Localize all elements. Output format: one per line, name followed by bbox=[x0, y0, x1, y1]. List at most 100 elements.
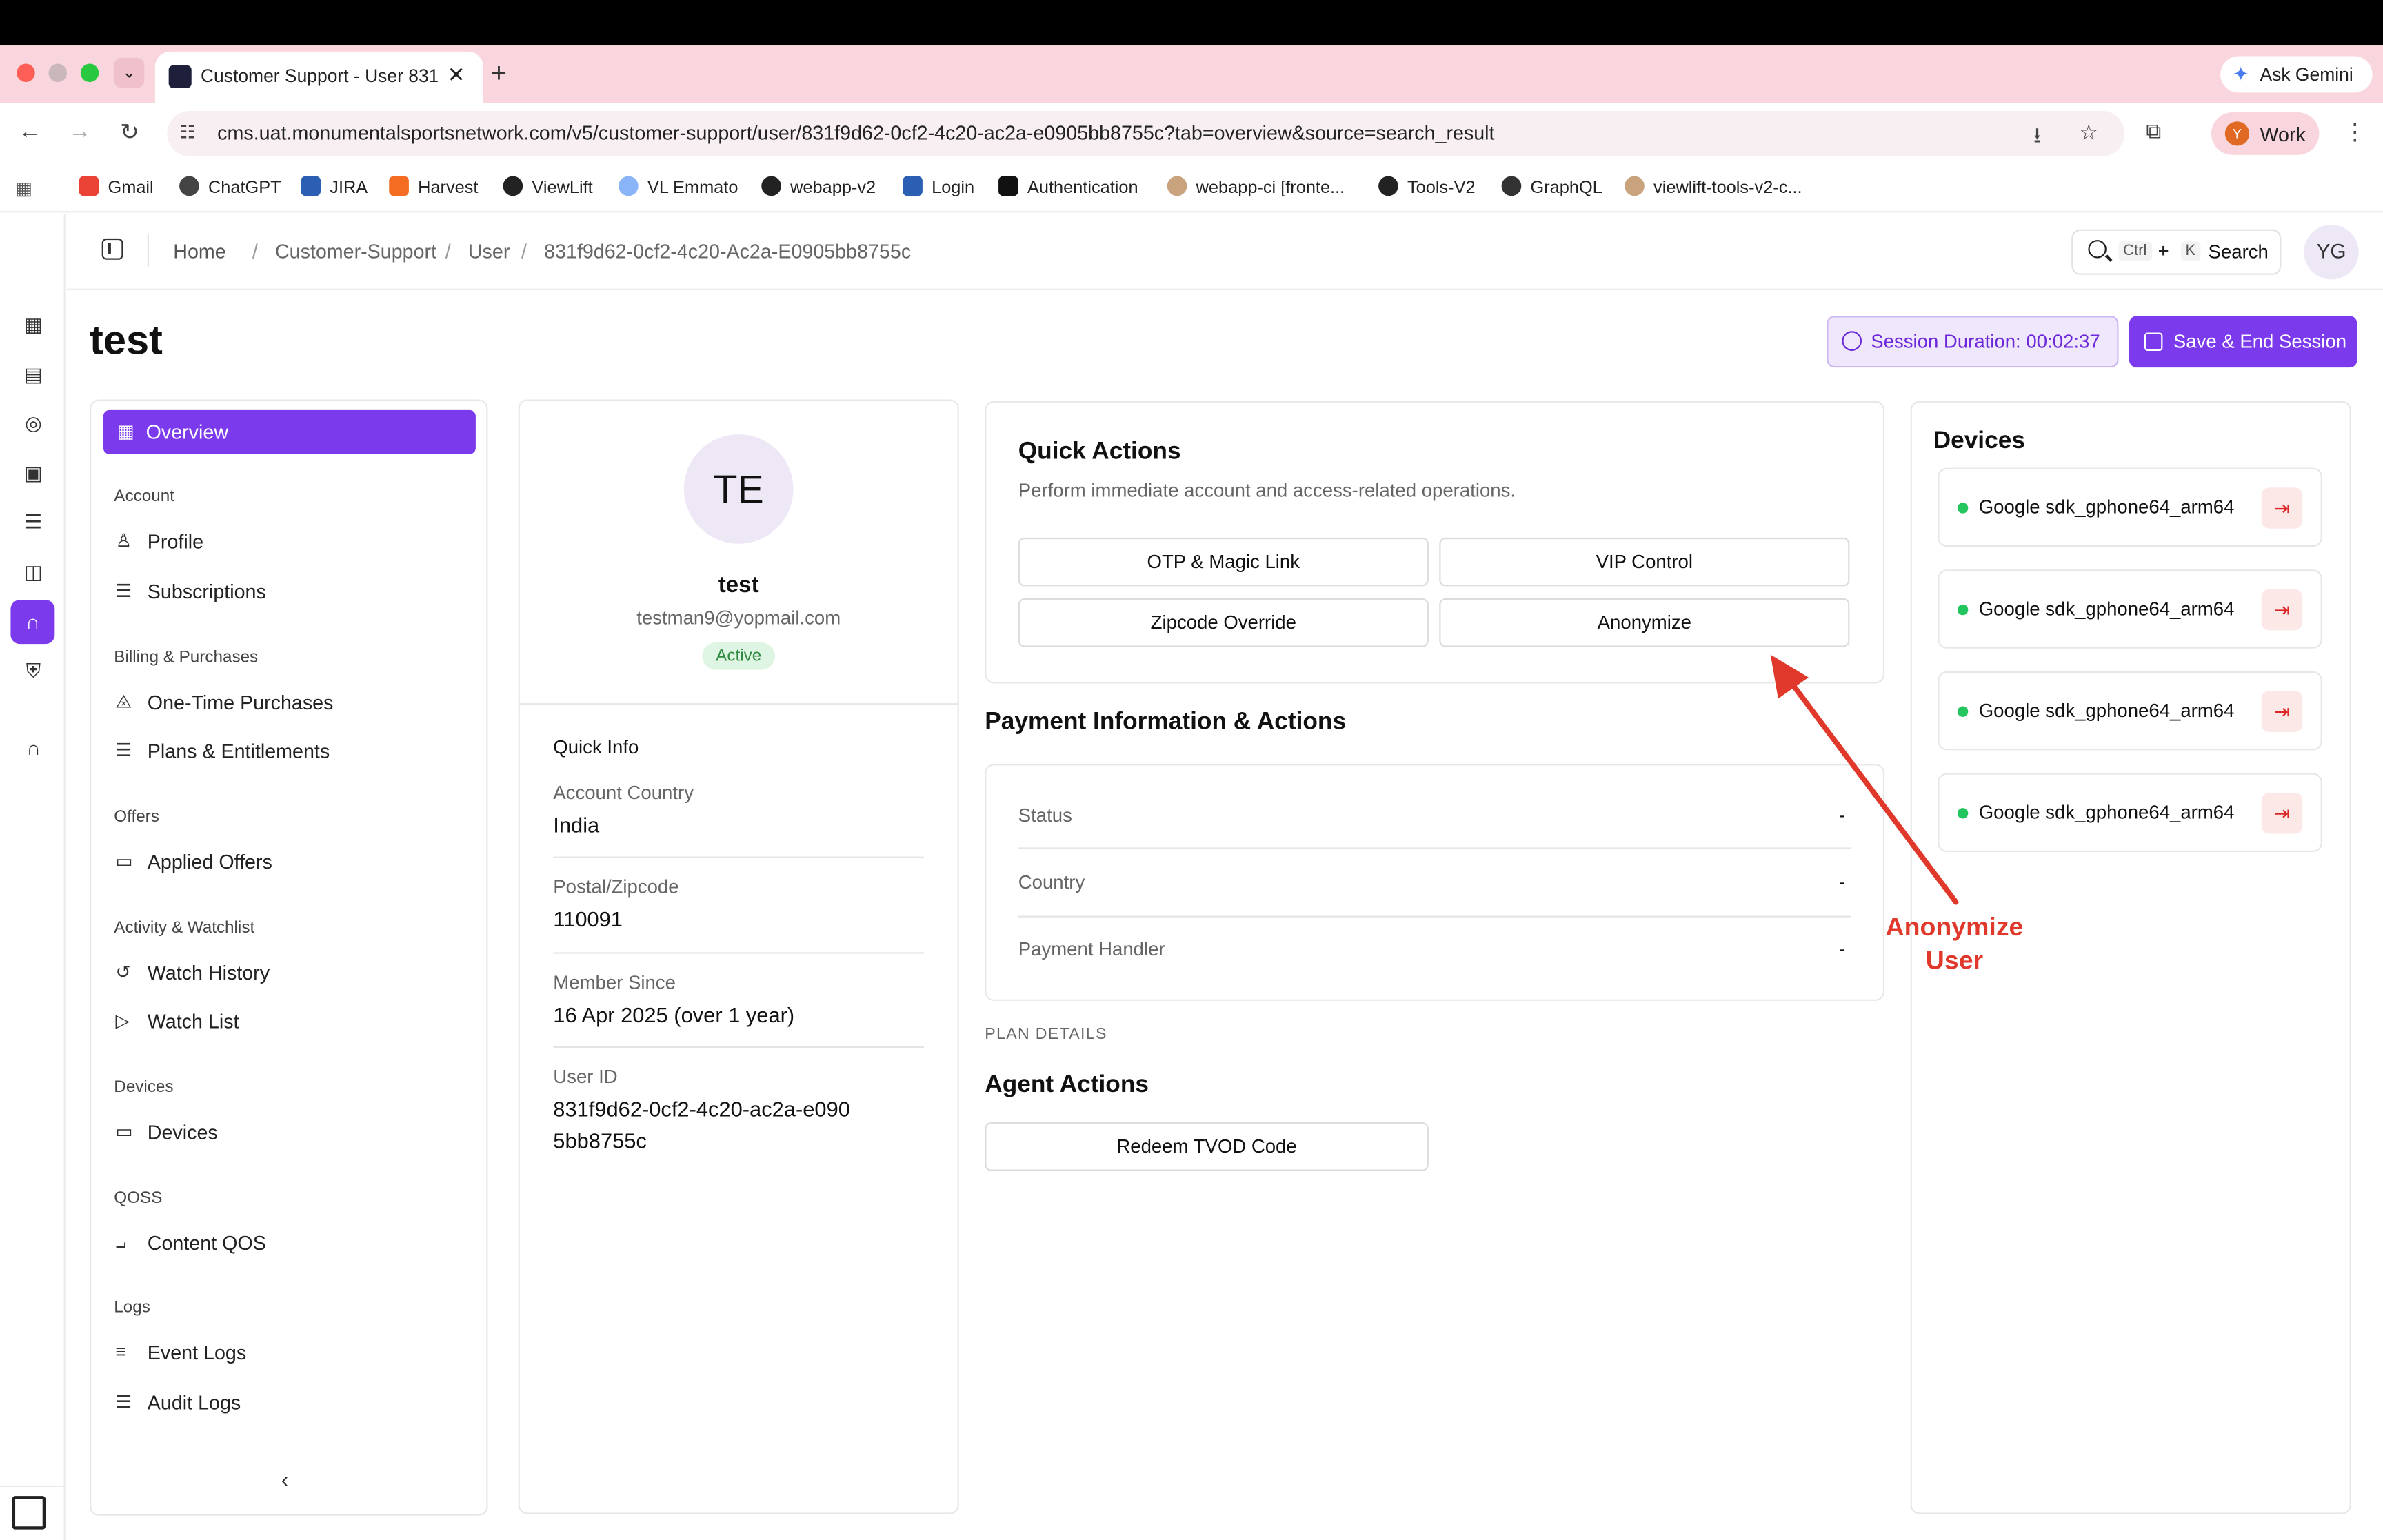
headphones-icon[interactable]: ∩ bbox=[18, 733, 48, 764]
back-arrow-icon[interactable]: ← bbox=[18, 119, 41, 144]
window-maximize-button[interactable] bbox=[80, 63, 99, 82]
nav-item-one-time-purchases[interactable]: ⨻ One-Time Purchases bbox=[116, 691, 334, 713]
window-close-button[interactable] bbox=[17, 63, 35, 82]
bookmark-item[interactable]: webapp-v2 bbox=[761, 176, 876, 197]
ask-gemini-button[interactable]: ✦ Ask Gemini bbox=[2220, 56, 2373, 93]
breadcrumb-user[interactable]: User bbox=[468, 240, 510, 263]
site-settings-icon[interactable]: ☷ bbox=[179, 121, 196, 143]
ask-gemini-label: Ask Gemini bbox=[2260, 63, 2353, 85]
user-profile-name: test bbox=[718, 572, 759, 599]
user-icon: ♙ bbox=[115, 529, 132, 551]
shortcut-plus: + bbox=[2158, 240, 2169, 261]
bookmark-item[interactable]: GraphQL bbox=[1501, 176, 1602, 197]
logout-icon[interactable]: ⇥ bbox=[2261, 793, 2303, 834]
bookmark-item[interactable]: Gmail bbox=[79, 176, 154, 197]
nav-item-watch-history[interactable]: ↺ Watch History bbox=[116, 962, 270, 984]
nav-item-profile[interactable]: ♙ Profile bbox=[116, 530, 204, 553]
payment-info-card bbox=[985, 764, 1885, 1001]
window-minimize-button[interactable] bbox=[48, 63, 67, 82]
quick-info-divider bbox=[553, 952, 925, 954]
browser-profile-avatar: Y bbox=[2224, 121, 2250, 146]
search-label: Search bbox=[2208, 241, 2269, 263]
bookmark-item[interactable]: JIRA bbox=[301, 176, 368, 197]
nav-item-devices[interactable]: ▭ Devices bbox=[116, 1121, 218, 1144]
sliders-icon[interactable]: ☰ bbox=[18, 507, 48, 538]
quick-info-value: 110091 bbox=[553, 906, 623, 931]
bookmark-item[interactable]: viewlift-tools-v2-c... bbox=[1625, 176, 1802, 197]
nav-item-subscriptions[interactable]: ☰ Subscriptions bbox=[116, 580, 266, 603]
app-logo[interactable] bbox=[0, 226, 58, 275]
layout-icon[interactable]: ◫ bbox=[18, 558, 48, 588]
bookmark-item[interactable]: Tools-V2 bbox=[1378, 176, 1476, 197]
nav-item-plans-entitlements[interactable]: ☰ Plans & Entitlements bbox=[116, 740, 330, 762]
quick-info-label: User ID bbox=[553, 1066, 618, 1088]
play-circle-icon: ▷ bbox=[115, 1010, 130, 1031]
browser-menu-icon[interactable]: ⋮ bbox=[2344, 119, 2366, 145]
zipcode-override-button[interactable]: Zipcode Override bbox=[1018, 598, 1429, 647]
vip-control-button[interactable]: VIP Control bbox=[1439, 537, 1850, 587]
anonymize-button[interactable]: Anonymize bbox=[1439, 598, 1850, 647]
nav-item-content-qos[interactable]: ⨼ Content QOS bbox=[116, 1232, 266, 1255]
user-avatar[interactable]: YG bbox=[2304, 225, 2359, 280]
bookmarks-bar: ▦ Gmail ChatGPT JIRA Harvest ViewLift VL… bbox=[0, 163, 2383, 213]
tab-title: Customer Support - User 831 bbox=[200, 65, 438, 87]
bookmark-item[interactable]: Authentication bbox=[998, 176, 1138, 197]
nav-item-audit-logs[interactable]: ☰ Audit Logs bbox=[116, 1391, 241, 1414]
url-text[interactable]: cms.uat.monumentalsportsnetwork.com/v5/c… bbox=[217, 121, 1494, 144]
wallet-icon[interactable]: ▣ bbox=[18, 458, 48, 489]
sidebar-toggle-icon[interactable] bbox=[101, 238, 123, 260]
nav-section-activity: Activity & Watchlist bbox=[114, 918, 255, 938]
status-badge: Active bbox=[702, 642, 776, 670]
bookmark-item[interactable]: ChatGPT bbox=[179, 176, 281, 197]
browser-tab-active[interactable]: Customer Support - User 831 ✕ bbox=[154, 51, 483, 103]
bookmark-item[interactable]: Harvest bbox=[389, 176, 478, 197]
bookmark-item[interactable]: ViewLift bbox=[503, 176, 593, 197]
nav-item-watch-list[interactable]: ▷ Watch List bbox=[116, 1010, 239, 1033]
rail-footer-logo[interactable] bbox=[0, 1485, 66, 1540]
nav-item-overview[interactable]: ▦ Overview bbox=[103, 409, 476, 454]
nav-item-event-logs[interactable]: ≡ Event Logs bbox=[116, 1341, 247, 1364]
save-end-session-button[interactable]: Save & End Session bbox=[2129, 316, 2357, 368]
reload-icon[interactable]: ↻ bbox=[120, 119, 139, 145]
extensions-puzzle-icon[interactable]: ⧉ bbox=[2146, 119, 2161, 144]
logout-icon[interactable]: ⇥ bbox=[2261, 691, 2303, 732]
quick-info-divider bbox=[553, 856, 925, 858]
quick-info-value: 831f9d62-0cf2-4c20-ac2a-e0905bb8755c bbox=[553, 1096, 850, 1153]
payment-value: - bbox=[1838, 804, 1846, 827]
breadcrumb-customer-support[interactable]: Customer-Support bbox=[275, 240, 436, 263]
apps-grid-icon[interactable]: ▦ bbox=[15, 178, 32, 199]
forward-arrow-icon[interactable]: → bbox=[68, 119, 91, 144]
payment-label: Payment Handler bbox=[1018, 938, 1165, 960]
film-icon[interactable]: ▤ bbox=[18, 360, 48, 390]
install-app-icon[interactable]: ⭳ bbox=[2033, 120, 2041, 156]
new-tab-button[interactable]: + bbox=[491, 58, 507, 90]
jira-icon bbox=[301, 176, 321, 196]
cart-icon: ⨻ bbox=[115, 691, 132, 713]
tab-close-icon[interactable]: ✕ bbox=[448, 62, 465, 88]
otp-magic-link-button[interactable]: OTP & Magic Link bbox=[1018, 537, 1429, 587]
globe-icon[interactable]: ◎ bbox=[18, 409, 48, 439]
shield-icon[interactable]: ⛨ bbox=[18, 656, 48, 687]
breadcrumb-home[interactable]: Home bbox=[173, 240, 225, 263]
browser-profile-chip[interactable]: Y Work bbox=[2211, 112, 2320, 155]
dashboard-grid-icon[interactable]: ▦ bbox=[18, 310, 48, 340]
annotation-label: Anonymize User bbox=[1867, 911, 2043, 978]
address-bar[interactable]: ☷ cms.uat.monumentalsportsnetwork.com/v5… bbox=[167, 110, 2125, 156]
payment-divider bbox=[1018, 847, 1851, 849]
device-item: Google sdk_gphone64_arm64 ⇥ bbox=[1938, 569, 2322, 649]
tab-search-chevron-icon[interactable]: ⌄ bbox=[114, 57, 145, 88]
headset-icon[interactable]: ∩ bbox=[10, 600, 55, 645]
clock-icon bbox=[1842, 331, 1862, 351]
bookmark-item[interactable]: webapp-ci [fronte... bbox=[1167, 176, 1345, 197]
bookmark-item[interactable]: Login bbox=[903, 176, 974, 197]
collapse-chevron-left-icon[interactable]: ‹ bbox=[281, 1467, 288, 1491]
bookmark-star-icon[interactable]: ☆ bbox=[2079, 120, 2098, 145]
nav-item-applied-offers[interactable]: ▭ Applied Offers bbox=[116, 851, 272, 873]
bookmark-item[interactable]: VL Emmato bbox=[619, 176, 738, 197]
redeem-tvod-code-button[interactable]: Redeem TVOD Code bbox=[985, 1122, 1429, 1171]
breadcrumb-separator: / bbox=[252, 240, 258, 263]
device-online-dot bbox=[1957, 503, 1969, 514]
logout-icon[interactable]: ⇥ bbox=[2261, 487, 2303, 529]
logout-icon[interactable]: ⇥ bbox=[2261, 589, 2303, 631]
global-search-button[interactable]: Ctrl + K Search bbox=[2071, 229, 2282, 275]
